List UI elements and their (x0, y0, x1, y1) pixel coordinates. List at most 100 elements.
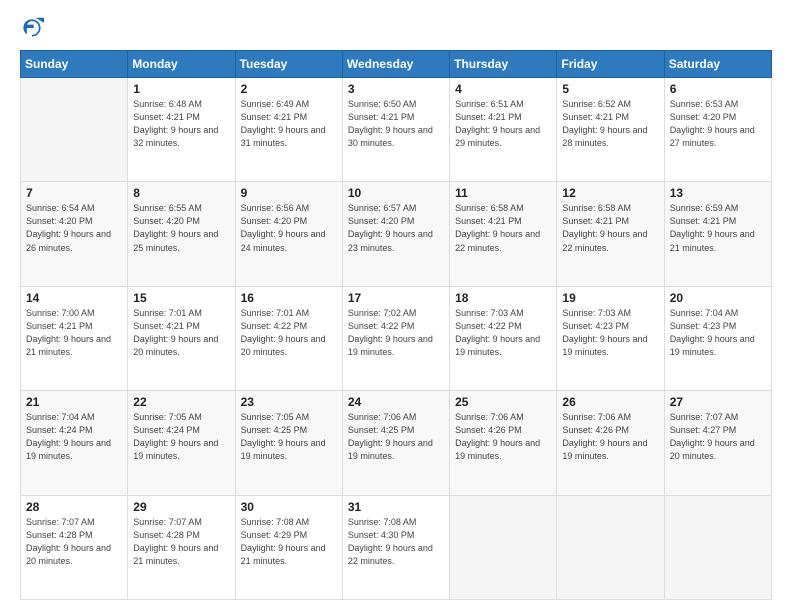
calendar-cell: 5 Sunrise: 6:52 AM Sunset: 4:21 PM Daylig… (557, 78, 664, 182)
calendar-cell: 30 Sunrise: 7:08 AM Sunset: 4:29 PM Dayli… (235, 495, 342, 599)
day-number: 4 (455, 82, 551, 96)
calendar-cell: 6 Sunrise: 6:53 AM Sunset: 4:20 PM Daylig… (664, 78, 771, 182)
day-number: 8 (133, 186, 229, 200)
calendar-cell (21, 78, 128, 182)
calendar-cell: 27 Sunrise: 7:07 AM Sunset: 4:27 PM Dayli… (664, 391, 771, 495)
day-number: 5 (562, 82, 658, 96)
calendar-cell: 17Sunrise: 7:02 AM Sunset: 4:22 PM Dayli… (342, 286, 449, 390)
calendar-cell: 22 Sunrise: 7:05 AM Sunset: 4:24 PM Dayli… (128, 391, 235, 495)
day-info: Sunrise: 7:02 AM Sunset: 4:22 PM Dayligh… (348, 307, 444, 359)
day-info: Sunrise: 7:08 AM Sunset: 4:29 PM Dayligh… (241, 516, 337, 568)
calendar-cell: 28 Sunrise: 7:07 AM Sunset: 4:28 PM Dayli… (21, 495, 128, 599)
calendar-cell: 11Sunrise: 6:58 AM Sunset: 4:21 PM Dayli… (450, 182, 557, 286)
day-number: 31 (348, 500, 444, 514)
day-number: 2 (241, 82, 337, 96)
day-number: 3 (348, 82, 444, 96)
day-number: 10 (348, 186, 444, 200)
day-number: 20 (670, 291, 766, 305)
day-number: 23 (241, 395, 337, 409)
day-info: Sunrise: 7:04 AM Sunset: 4:23 PM Dayligh… (670, 307, 766, 359)
day-info: Sunrise: 6:59 AM Sunset: 4:21 PM Dayligh… (670, 202, 766, 254)
day-number: 9 (241, 186, 337, 200)
day-number: 26 (562, 395, 658, 409)
day-number: 28 (26, 500, 122, 514)
calendar-cell: 20 Sunrise: 7:04 AM Sunset: 4:23 PM Dayli… (664, 286, 771, 390)
calendar-cell: 24 Sunrise: 7:06 AM Sunset: 4:25 PM Dayli… (342, 391, 449, 495)
calendar-cell: 2 Sunrise: 6:49 AM Sunset: 4:21 PM Daylig… (235, 78, 342, 182)
col-header-monday: Monday (128, 51, 235, 78)
day-number: 14 (26, 291, 122, 305)
calendar-cell: 3 Sunrise: 6:50 AM Sunset: 4:21 PM Daylig… (342, 78, 449, 182)
day-number: 16 (241, 291, 337, 305)
day-info: Sunrise: 6:55 AM Sunset: 4:20 PM Dayligh… (133, 202, 229, 254)
calendar-week-0: 1Sunrise: 6:48 AM Sunset: 4:21 PM Daylig… (21, 78, 772, 182)
calendar-week-1: 7 Sunrise: 6:54 AM Sunset: 4:20 PM Daylig… (21, 182, 772, 286)
day-info: Sunrise: 7:05 AM Sunset: 4:24 PM Dayligh… (133, 411, 229, 463)
calendar-cell: 15 Sunrise: 7:01 AM Sunset: 4:21 PM Dayli… (128, 286, 235, 390)
calendar-cell: 31 Sunrise: 7:08 AM Sunset: 4:30 PM Dayli… (342, 495, 449, 599)
col-header-sunday: Sunday (21, 51, 128, 78)
day-info: Sunrise: 7:06 AM Sunset: 4:25 PM Dayligh… (348, 411, 444, 463)
day-info: Sunrise: 6:52 AM Sunset: 4:21 PM Dayligh… (562, 98, 658, 150)
day-number: 12 (562, 186, 658, 200)
calendar-cell: 25Sunrise: 7:06 AM Sunset: 4:26 PM Dayli… (450, 391, 557, 495)
day-number: 29 (133, 500, 229, 514)
calendar-week-3: 21 Sunrise: 7:04 AM Sunset: 4:24 PM Dayli… (21, 391, 772, 495)
day-info: Sunrise: 7:01 AM Sunset: 4:21 PM Dayligh… (133, 307, 229, 359)
calendar-cell: 26 Sunrise: 7:06 AM Sunset: 4:26 PM Dayli… (557, 391, 664, 495)
day-info: Sunrise: 7:03 AM Sunset: 4:23 PM Dayligh… (562, 307, 658, 359)
day-number: 21 (26, 395, 122, 409)
col-header-tuesday: Tuesday (235, 51, 342, 78)
day-info: Sunrise: 6:54 AM Sunset: 4:20 PM Dayligh… (26, 202, 122, 254)
col-header-friday: Friday (557, 51, 664, 78)
calendar-table: SundayMondayTuesdayWednesdayThursdayFrid… (20, 50, 772, 600)
calendar-cell: 19 Sunrise: 7:03 AM Sunset: 4:23 PM Dayli… (557, 286, 664, 390)
day-number: 24 (348, 395, 444, 409)
calendar-cell: 12 Sunrise: 6:58 AM Sunset: 4:21 PM Dayli… (557, 182, 664, 286)
day-number: 7 (26, 186, 122, 200)
col-header-wednesday: Wednesday (342, 51, 449, 78)
day-number: 19 (562, 291, 658, 305)
col-header-saturday: Saturday (664, 51, 771, 78)
day-number: 13 (670, 186, 766, 200)
day-info: Sunrise: 6:49 AM Sunset: 4:21 PM Dayligh… (241, 98, 337, 150)
day-number: 18 (455, 291, 551, 305)
day-info: Sunrise: 7:07 AM Sunset: 4:27 PM Dayligh… (670, 411, 766, 463)
day-info: Sunrise: 6:50 AM Sunset: 4:21 PM Dayligh… (348, 98, 444, 150)
calendar-cell: 18 Sunrise: 7:03 AM Sunset: 4:22 PM Dayli… (450, 286, 557, 390)
day-info: Sunrise: 6:58 AM Sunset: 4:21 PM Dayligh… (562, 202, 658, 254)
day-info: Sunrise: 7:05 AM Sunset: 4:25 PM Dayligh… (241, 411, 337, 463)
day-number: 11 (455, 186, 551, 200)
day-info: Sunrise: 7:07 AM Sunset: 4:28 PM Dayligh… (26, 516, 122, 568)
day-info: Sunrise: 6:48 AM Sunset: 4:21 PM Dayligh… (133, 98, 229, 150)
day-info: Sunrise: 7:06 AM Sunset: 4:26 PM Dayligh… (455, 411, 551, 463)
day-info: Sunrise: 7:06 AM Sunset: 4:26 PM Dayligh… (562, 411, 658, 463)
day-info: Sunrise: 6:57 AM Sunset: 4:20 PM Dayligh… (348, 202, 444, 254)
calendar-cell: 10 Sunrise: 6:57 AM Sunset: 4:20 PM Dayli… (342, 182, 449, 286)
day-info: Sunrise: 7:07 AM Sunset: 4:28 PM Dayligh… (133, 516, 229, 568)
day-info: Sunrise: 6:56 AM Sunset: 4:20 PM Dayligh… (241, 202, 337, 254)
day-number: 6 (670, 82, 766, 96)
day-number: 15 (133, 291, 229, 305)
calendar-week-2: 14 Sunrise: 7:00 AM Sunset: 4:21 PM Dayli… (21, 286, 772, 390)
calendar-cell (450, 495, 557, 599)
day-info: Sunrise: 7:00 AM Sunset: 4:21 PM Dayligh… (26, 307, 122, 359)
day-number: 22 (133, 395, 229, 409)
calendar-header-row: SundayMondayTuesdayWednesdayThursdayFrid… (21, 51, 772, 78)
page: SundayMondayTuesdayWednesdayThursdayFrid… (0, 0, 792, 612)
day-number: 27 (670, 395, 766, 409)
day-info: Sunrise: 7:08 AM Sunset: 4:30 PM Dayligh… (348, 516, 444, 568)
col-header-thursday: Thursday (450, 51, 557, 78)
calendar-cell: 9 Sunrise: 6:56 AM Sunset: 4:20 PM Daylig… (235, 182, 342, 286)
calendar-cell: 7 Sunrise: 6:54 AM Sunset: 4:20 PM Daylig… (21, 182, 128, 286)
day-info: Sunrise: 7:04 AM Sunset: 4:24 PM Dayligh… (26, 411, 122, 463)
calendar-cell: 4Sunrise: 6:51 AM Sunset: 4:21 PM Daylig… (450, 78, 557, 182)
calendar-cell: 21 Sunrise: 7:04 AM Sunset: 4:24 PM Dayli… (21, 391, 128, 495)
header (20, 16, 772, 40)
calendar-cell: 14 Sunrise: 7:00 AM Sunset: 4:21 PM Dayli… (21, 286, 128, 390)
day-info: Sunrise: 7:03 AM Sunset: 4:22 PM Dayligh… (455, 307, 551, 359)
calendar-cell: 29 Sunrise: 7:07 AM Sunset: 4:28 PM Dayli… (128, 495, 235, 599)
day-info: Sunrise: 6:53 AM Sunset: 4:20 PM Dayligh… (670, 98, 766, 150)
day-number: 30 (241, 500, 337, 514)
calendar-week-4: 28 Sunrise: 7:07 AM Sunset: 4:28 PM Dayli… (21, 495, 772, 599)
